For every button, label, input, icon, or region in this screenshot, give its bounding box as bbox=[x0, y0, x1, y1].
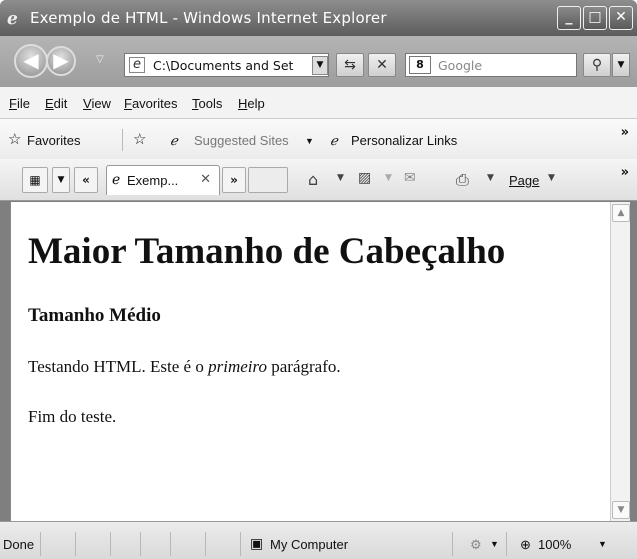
more-chevron-icon[interactable]: » bbox=[621, 165, 629, 180]
menu-tools[interactable]: Tools bbox=[192, 96, 222, 111]
address-field[interactable]: e C:\Documents and Set bbox=[124, 53, 329, 77]
chevron-down-icon[interactable]: ▼ bbox=[490, 539, 499, 549]
close-icon[interactable]: ✕ bbox=[200, 172, 211, 187]
zoom-icon: ⊕ bbox=[520, 537, 531, 552]
search-input[interactable]: 8 Google bbox=[405, 53, 577, 77]
vertical-scrollbar[interactable]: ▲ ▼ bbox=[610, 202, 630, 521]
chevron-down-icon[interactable]: ▼ bbox=[305, 136, 314, 146]
chevron-down-icon: ▼ bbox=[57, 175, 65, 185]
ie-logo-icon: ℯ bbox=[7, 9, 18, 29]
stop-button[interactable]: ✕ bbox=[368, 53, 396, 77]
chevron-down-icon[interactable]: ▼ bbox=[487, 173, 494, 183]
window-border-right bbox=[630, 202, 637, 521]
home-icon[interactable]: ⌂ bbox=[308, 170, 318, 189]
menu-file[interactable]: File bbox=[9, 96, 30, 111]
chevron-down-icon[interactable]: ▼ bbox=[337, 173, 344, 183]
status-text: Done bbox=[3, 537, 35, 552]
scroll-up-button[interactable]: ▲ bbox=[612, 204, 630, 222]
back-button[interactable]: ◀ bbox=[14, 44, 48, 78]
favorites-button[interactable]: Favorites bbox=[27, 133, 80, 148]
tab-bar: ▦ ▼ « ℯ Exemp... ✕ » ⌂ ▼ ▨ ▼ ✉ ⎙ ▼ Page … bbox=[0, 159, 637, 201]
suggested-sites-link[interactable]: Suggested Sites bbox=[194, 133, 289, 148]
new-tab-button[interactable] bbox=[248, 167, 288, 193]
stop-icon: ✕ bbox=[376, 57, 388, 73]
forward-arrow-icon: ▶ bbox=[53, 48, 69, 72]
separator bbox=[240, 532, 241, 556]
scroll-tabs-right-button[interactable]: » bbox=[222, 167, 246, 193]
address-dropdown-button[interactable]: ▼ bbox=[312, 56, 328, 75]
zoom-level[interactable]: 100% bbox=[538, 537, 571, 552]
menu-bar: File Edit View Favorites Tools Help bbox=[0, 87, 637, 119]
protected-mode-icon[interactable]: ⚙ bbox=[470, 537, 482, 553]
tab-active[interactable]: ℯ Exemp... ✕ bbox=[106, 165, 220, 195]
title-bar: ℯ Exemplo de HTML - Windows Internet Exp… bbox=[0, 0, 637, 36]
add-favorite-icon[interactable]: ☆ bbox=[133, 130, 146, 148]
maximize-button[interactable]: □ bbox=[583, 6, 607, 30]
more-chevron-icon[interactable]: » bbox=[621, 125, 629, 140]
page-heading-1: Maior Tamanho de Cabeçalho bbox=[28, 231, 506, 272]
separator bbox=[110, 532, 111, 556]
print-icon[interactable]: ⎙ bbox=[456, 170, 469, 190]
favorites-bar: ☆ Favorites ☆ ℯ Suggested Sites ▼ ℯ Pers… bbox=[0, 119, 637, 159]
scroll-down-button[interactable]: ▼ bbox=[612, 501, 630, 519]
browser-window: ℯ Exemplo de HTML - Windows Internet Exp… bbox=[0, 0, 637, 559]
separator bbox=[506, 532, 507, 556]
security-zone: My Computer bbox=[270, 537, 349, 552]
separator bbox=[170, 532, 171, 556]
menu-favorites[interactable]: Favorites bbox=[124, 96, 177, 111]
window-border-left bbox=[0, 202, 10, 521]
back-arrow-icon: ◀ bbox=[23, 48, 39, 72]
page-heading-3: Tamanho Médio bbox=[28, 305, 161, 326]
menu-edit[interactable]: Edit bbox=[45, 96, 67, 111]
refresh-icon: ⇆ bbox=[344, 57, 356, 73]
separator bbox=[452, 532, 453, 556]
separator bbox=[140, 532, 141, 556]
suggested-sites-icon: ℯ bbox=[170, 133, 178, 148]
address-value: C:\Documents and Set bbox=[153, 58, 294, 73]
personalize-links-link[interactable]: Personalizar Links bbox=[351, 133, 457, 148]
ie-page-icon: ℯ bbox=[112, 172, 121, 188]
separator bbox=[205, 532, 206, 556]
search-placeholder: Google bbox=[438, 58, 483, 73]
para1-text-end: parágrafo. bbox=[266, 357, 341, 376]
status-bar: Done ▣ My Computer ⚙ ▼ ⊕ 100% ▼ bbox=[0, 521, 637, 559]
tab-list-button[interactable]: ▼ bbox=[52, 167, 70, 193]
magnifier-icon: ⚲ bbox=[591, 57, 603, 73]
search-button[interactable]: ⚲ bbox=[583, 53, 611, 77]
address-row: ◀ ▶ ▽ e C:\Documents and Set ▼ ⇆ ✕ 8 Goo… bbox=[0, 36, 637, 87]
chevron-down-icon[interactable]: ▼ bbox=[385, 173, 392, 183]
refresh-button[interactable]: ⇆ bbox=[336, 53, 364, 77]
web-page-icon: ℯ bbox=[330, 133, 338, 148]
separator bbox=[122, 129, 123, 151]
page-icon: e bbox=[129, 57, 145, 73]
window-title: Exemplo de HTML - Windows Internet Explo… bbox=[30, 9, 387, 27]
history-dropdown-icon[interactable]: ▽ bbox=[96, 54, 104, 65]
paragraph-2: Fim do teste. bbox=[28, 407, 117, 426]
minimize-button[interactable]: _ bbox=[557, 6, 581, 30]
zoom-dropdown-icon[interactable]: ▼ bbox=[598, 539, 607, 549]
grid-icon: ▦ bbox=[29, 173, 41, 187]
scroll-tabs-left-button[interactable]: « bbox=[74, 167, 98, 193]
page-content: Maior Tamanho de Cabeçalho Tamanho Médio… bbox=[10, 202, 610, 521]
mail-icon[interactable]: ✉ bbox=[404, 170, 416, 186]
forward-button[interactable]: ▶ bbox=[46, 46, 76, 76]
computer-icon: ▣ bbox=[250, 535, 264, 551]
feeds-icon[interactable]: ▨ bbox=[358, 170, 371, 186]
search-options-button[interactable]: ▼ bbox=[612, 53, 630, 77]
page-menu[interactable]: Page bbox=[509, 173, 539, 188]
menu-help[interactable]: Help bbox=[238, 96, 265, 111]
para1-text-start: Testando HTML. Este é o bbox=[28, 357, 209, 376]
separator bbox=[75, 532, 76, 556]
search-provider-icon: 8 bbox=[409, 56, 431, 74]
chevron-down-icon[interactable]: ▼ bbox=[548, 173, 555, 183]
tab-label: Exemp... bbox=[127, 173, 179, 188]
paragraph-1: Testando HTML. Este é o primeiro parágra… bbox=[28, 357, 341, 377]
star-icon: ☆ bbox=[8, 131, 22, 148]
quick-tabs-button[interactable]: ▦ bbox=[22, 167, 48, 193]
para1-emphasis: primeiro bbox=[208, 357, 267, 376]
close-button[interactable]: ✕ bbox=[609, 6, 633, 30]
menu-view[interactable]: View bbox=[83, 96, 111, 111]
separator bbox=[40, 532, 41, 556]
